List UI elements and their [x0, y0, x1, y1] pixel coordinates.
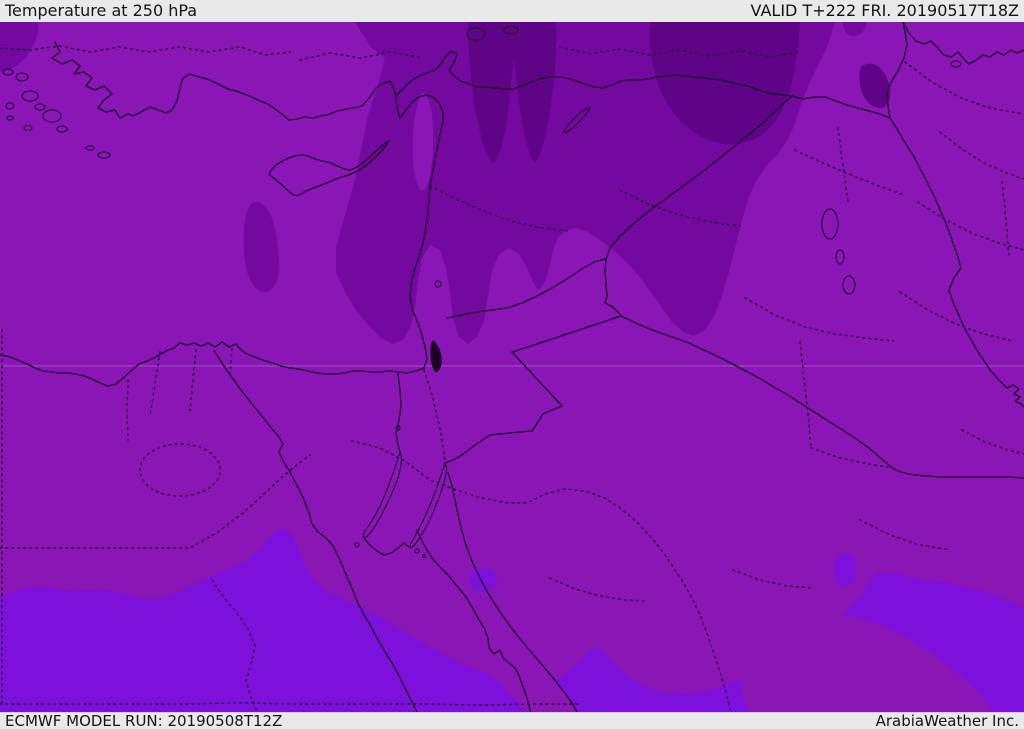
map-title: Temperature at 250 hPa: [5, 1, 198, 20]
valid-time-label: VALID T+222 FRI. 20190517T18Z: [750, 1, 1019, 20]
brand-label: ArabiaWeather Inc.: [875, 711, 1019, 729]
weather-map: [0, 22, 1024, 712]
weather-map-window: Temperature at 250 hPa VALID T+222 FRI. …: [0, 0, 1024, 729]
footer-bar: ECMWF MODEL RUN: 20190508T12Z ArabiaWeat…: [0, 712, 1024, 729]
map-area: [0, 22, 1024, 712]
temp-bright-finger: [834, 553, 856, 587]
model-run-label: ECMWF MODEL RUN: 20190508T12Z: [5, 711, 283, 729]
header-bar: Temperature at 250 hPa VALID T+222 FRI. …: [0, 0, 1024, 22]
temp-bright-spot: [469, 568, 497, 592]
